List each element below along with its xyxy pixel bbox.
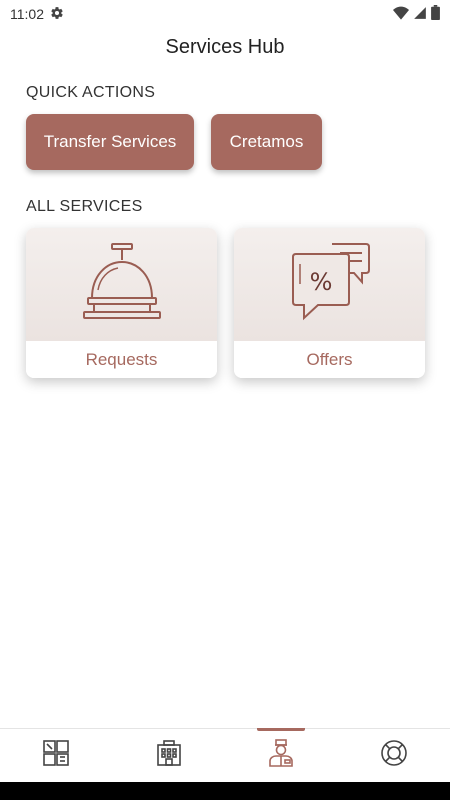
- wifi-icon: [393, 6, 409, 23]
- battery-icon: [431, 5, 440, 23]
- offers-card-image: %: [234, 228, 425, 341]
- bottom-nav: [0, 728, 450, 782]
- nav-hotel[interactable]: [113, 729, 226, 782]
- transfer-services-button[interactable]: Transfer Services: [26, 114, 194, 170]
- nav-active-indicator: [257, 728, 306, 731]
- signal-icon: [413, 6, 427, 23]
- cretamos-button[interactable]: Cretamos: [211, 114, 322, 170]
- requests-card-image: [26, 228, 217, 341]
- requests-card[interactable]: Requests: [26, 228, 217, 378]
- gear-icon: [50, 6, 64, 23]
- requests-card-label: Requests: [26, 341, 217, 378]
- dashboard-icon: [42, 739, 70, 772]
- page-title: Services Hub: [165, 36, 285, 58]
- quick-actions-label: QUICK ACTIONS: [26, 84, 156, 101]
- status-time: 11:02: [10, 6, 44, 22]
- all-services-label: ALL SERVICES: [26, 198, 143, 215]
- status-bar: 11:02: [0, 0, 450, 28]
- status-left: 11:02: [10, 6, 64, 23]
- hotel-icon: [155, 739, 183, 772]
- system-nav-bar: [0, 782, 450, 800]
- offers-card[interactable]: % Offers: [234, 228, 425, 378]
- concierge-icon: [266, 738, 296, 773]
- nav-support[interactable]: [338, 729, 450, 782]
- status-right: [393, 5, 440, 23]
- nav-concierge[interactable]: [225, 728, 338, 782]
- lifebuoy-icon: [380, 739, 408, 772]
- discount-chat-icon: %: [288, 240, 372, 329]
- service-bell-icon: [80, 240, 164, 329]
- svg-text:%: %: [309, 268, 332, 296]
- nav-dashboard[interactable]: [0, 729, 113, 782]
- offers-card-label: Offers: [234, 341, 425, 378]
